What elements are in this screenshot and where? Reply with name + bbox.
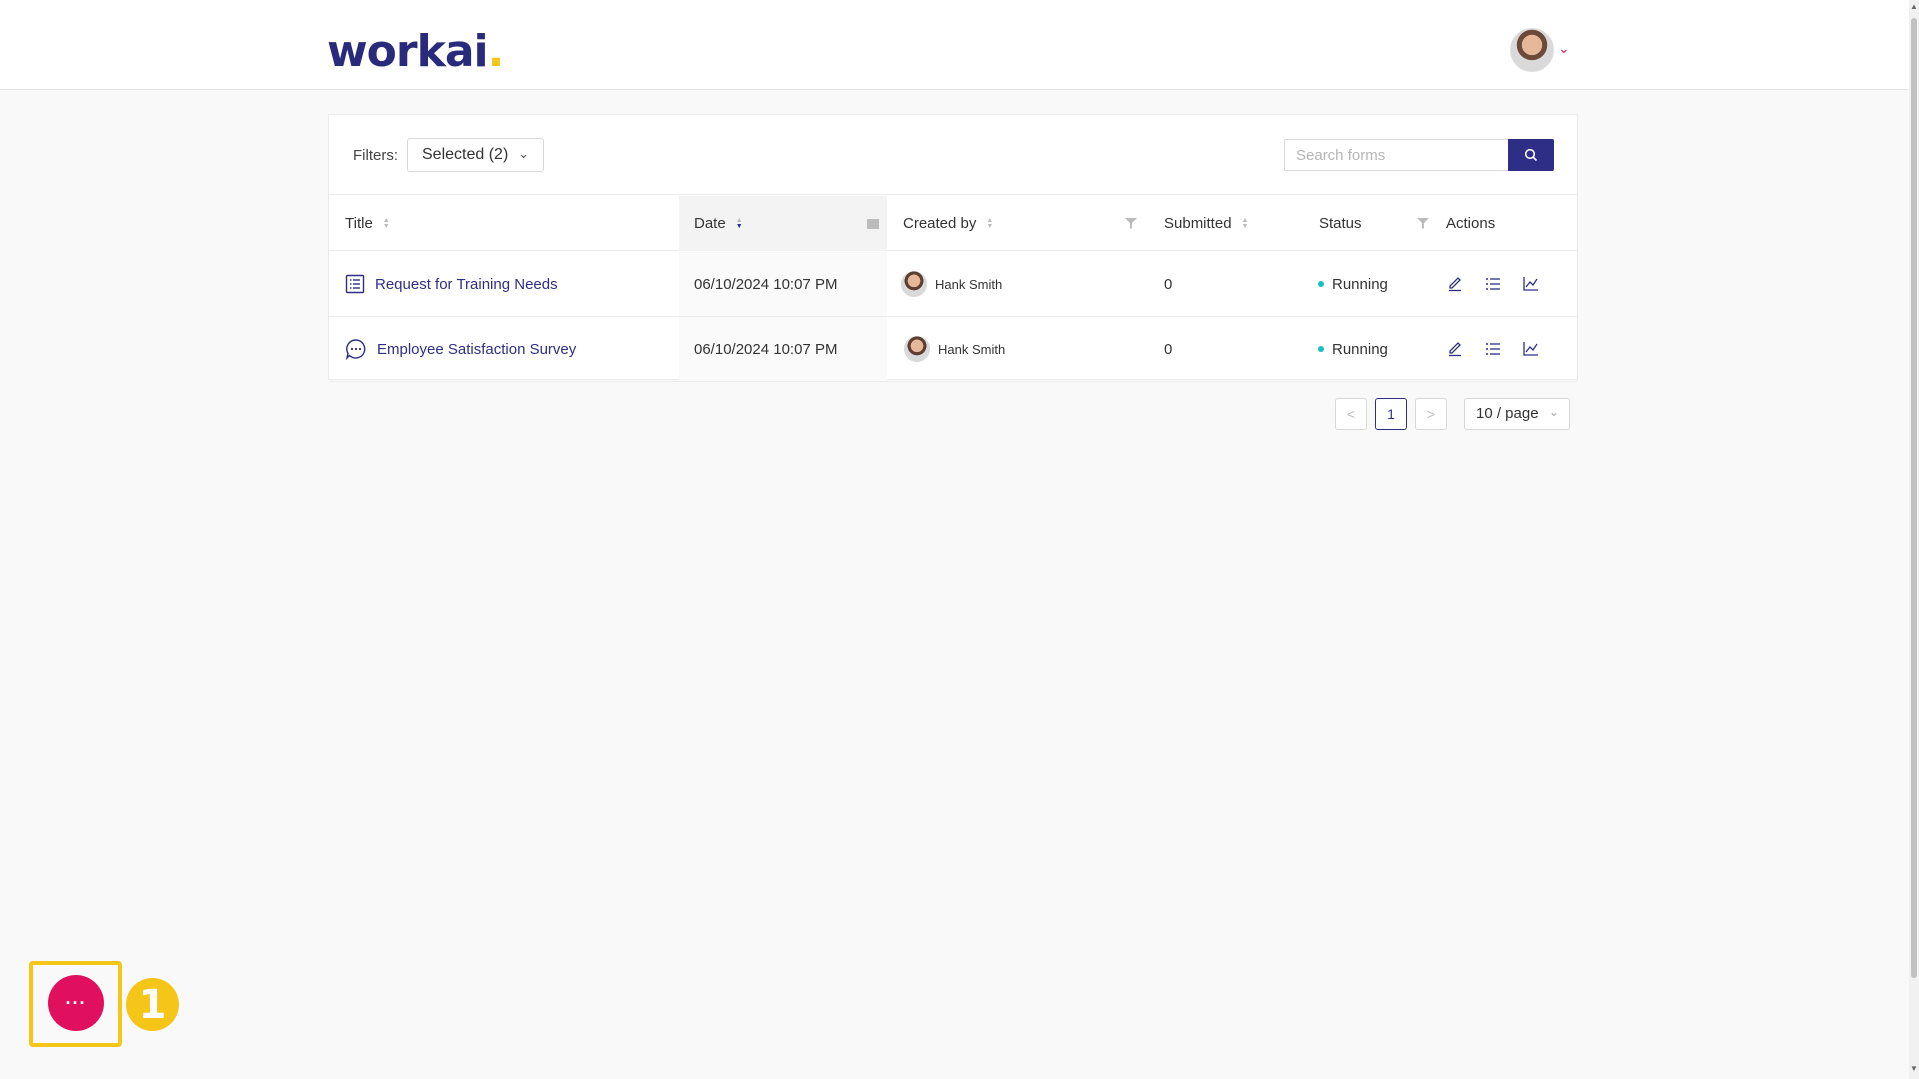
step-badge: 1 [126, 978, 179, 1031]
search-input[interactable] [1284, 139, 1509, 171]
filters-label: Filters: [353, 147, 398, 164]
submitted-cell: 0 [1164, 275, 1173, 293]
column-created-by[interactable]: Created by ▲ ▼ [903, 196, 1143, 251]
page-size-value: 10 / page [1476, 405, 1539, 422]
sort-icon[interactable]: ▲ ▼ [736, 217, 743, 230]
filters-bar: Filters: Selected (2) ⌄ [329, 115, 1577, 195]
column-title-label: Title [345, 215, 373, 232]
status-label: Running [1332, 275, 1388, 293]
sort-icon[interactable]: ▲ ▼ [383, 217, 390, 230]
creator-name: Hank Smith [935, 276, 1003, 292]
title-cell: Request for Training Needs [345, 252, 675, 316]
scrollbar-thumb[interactable] [1911, 18, 1917, 978]
chevron-down-icon[interactable]: ⌄ [1558, 40, 1570, 57]
creator-name: Hank Smith [938, 341, 1006, 357]
table-row: Employee Satisfaction Survey 06/10/2024 … [329, 317, 1577, 382]
step-number: 1 [138, 981, 167, 1028]
chart-icon[interactable] [1522, 340, 1540, 358]
column-title[interactable]: Title ▲ ▼ [345, 196, 665, 251]
list-icon[interactable] [1484, 340, 1502, 358]
column-status-label: Status [1319, 215, 1362, 232]
status-label: Running [1332, 340, 1388, 358]
actions-cell [1446, 317, 1576, 381]
forms-panel: Filters: Selected (2) ⌄ Title ▲▼ Date ▲▼… [328, 114, 1578, 382]
page-number: 1 [1387, 406, 1395, 422]
calendar-icon[interactable] [867, 218, 879, 229]
search-icon [1524, 148, 1538, 162]
chevron-down-icon: ⌄ [518, 146, 529, 161]
column-actions: Actions [1446, 196, 1566, 251]
page-size-select[interactable]: 10 / page ⌄ [1464, 398, 1570, 430]
chart-icon[interactable] [1522, 275, 1540, 293]
user-avatar[interactable] [1510, 28, 1554, 72]
pagination-prev-button[interactable]: < [1335, 398, 1367, 430]
more-options-button[interactable]: ··· [48, 975, 104, 1031]
status-cell: Running [1318, 252, 1438, 316]
filter-icon[interactable] [1125, 218, 1137, 229]
filter-icon[interactable] [1417, 218, 1429, 229]
created-by-cell: Hank Smith [901, 252, 1151, 316]
filters-selected-value: Selected (2) [422, 146, 509, 163]
date-cell: 06/10/2024 10:07 PM [679, 252, 887, 316]
column-date[interactable]: Date ▲ ▼ [679, 196, 887, 251]
chat-bubble-icon [345, 339, 366, 360]
pagination-next-button[interactable]: > [1415, 398, 1447, 430]
actions-cell [1446, 252, 1576, 316]
search-button[interactable] [1508, 139, 1554, 171]
chevron-down-icon: ⌄ [1548, 405, 1559, 419]
edit-icon[interactable] [1446, 275, 1464, 293]
status-dot-icon [1318, 281, 1324, 287]
created-by-cell: Hank Smith [904, 317, 1154, 381]
chevron-left-icon: < [1346, 406, 1356, 422]
submitted-cell: 0 [1164, 340, 1173, 358]
sort-icon[interactable]: ▲ ▼ [1242, 217, 1249, 230]
column-submitted-label: Submitted [1164, 215, 1232, 232]
date-cell: 06/10/2024 10:07 PM [679, 317, 887, 381]
column-created-by-label: Created by [903, 215, 977, 232]
avatar [904, 336, 930, 362]
chevron-right-icon: > [1426, 406, 1436, 422]
status-dot-icon [1318, 346, 1324, 352]
edit-icon[interactable] [1446, 340, 1464, 358]
list-icon[interactable] [1484, 275, 1502, 293]
table-header: Title ▲ ▼ Date ▲ ▼ Created by ▲ ▼ Submitted… [329, 196, 1577, 251]
scroll-up-icon[interactable]: ▲ [1909, 2, 1919, 11]
column-submitted[interactable]: Submitted ▲ ▼ [1164, 196, 1314, 251]
filters-dropdown[interactable]: Selected (2) ⌄ [407, 138, 544, 172]
list-form-icon [345, 274, 365, 294]
scroll-down-icon[interactable]: ▼ [1909, 1064, 1919, 1073]
title-cell: Employee Satisfaction Survey [345, 317, 675, 381]
avatar [901, 271, 927, 297]
column-actions-label: Actions [1446, 215, 1496, 232]
more-icon: ··· [65, 992, 87, 1013]
top-bar: workai. ⌄ [0, 0, 1909, 90]
column-date-label: Date [694, 215, 726, 232]
sort-icon[interactable]: ▲ ▼ [986, 217, 993, 230]
pagination-page-1[interactable]: 1 [1375, 398, 1407, 430]
table-row: Request for Training Needs 06/10/2024 10… [329, 252, 1577, 317]
form-title-link[interactable]: Employee Satisfaction Survey [377, 341, 576, 358]
status-cell: Running [1318, 317, 1438, 381]
column-status[interactable]: Status [1319, 196, 1429, 251]
workai-logo[interactable]: workai. [327, 26, 504, 77]
form-title-link[interactable]: Request for Training Needs [375, 276, 558, 293]
